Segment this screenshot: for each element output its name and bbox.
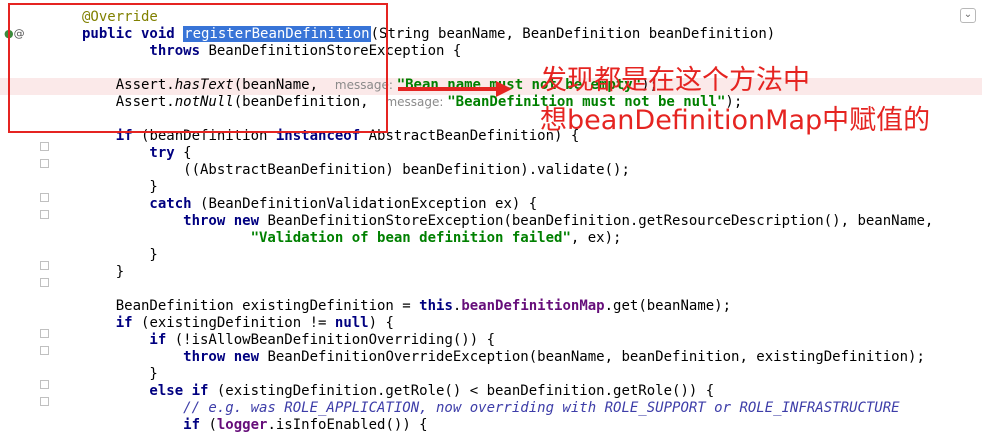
code-token: "Validation of bean definition failed" (250, 230, 571, 246)
fold-marker-icon[interactable] (40, 261, 49, 270)
code-token: logger (216, 417, 268, 433)
code-token: catch (82, 196, 201, 212)
code-line[interactable]: if (!isAllowBeanDefinitionOverriding()) … (82, 332, 495, 349)
code-token: (existingDefinition.getRole() < beanDefi… (216, 383, 715, 399)
code-token: else if (82, 383, 217, 399)
code-line[interactable]: catch (BeanDefinitionValidationException… (82, 196, 537, 213)
code-token: try (82, 145, 184, 161)
code-token: { (183, 145, 192, 161)
code-token: // e.g. was ROLE_APPLICATION, now overri… (82, 400, 900, 416)
code-token: (String beanName, BeanDefinition beanDef… (370, 26, 776, 42)
code-token: BeanDefinition existingDefinition = (82, 298, 420, 314)
code-token: if (82, 332, 175, 348)
code-line[interactable]: if (existingDefinition != null) { (82, 315, 394, 332)
annotation-arrow (398, 87, 498, 91)
code-token: this (419, 298, 453, 314)
code-token: ( (208, 417, 217, 433)
code-line[interactable]: } (82, 264, 124, 281)
code-line[interactable]: else if (existingDefinition.getRole() < … (82, 383, 714, 400)
code-line[interactable]: if (logger.isInfoEnabled()) { (82, 417, 428, 434)
code-line[interactable]: ((AbstractBeanDefinition) beanDefinition… (82, 162, 630, 179)
fold-marker-icon[interactable] (40, 346, 49, 355)
annotation-arrow-head (496, 81, 512, 97)
code-token: , ex); (570, 230, 622, 246)
fold-marker-icon[interactable] (40, 397, 49, 406)
code-token: BeanDefinitionOverrideException(beanName… (267, 349, 925, 365)
code-token: .isInfoEnabled()) { (267, 417, 428, 433)
fold-marker-icon[interactable] (40, 210, 49, 219)
code-token: ((AbstractBeanDefinition) beanDefinition… (82, 162, 630, 178)
annotation-text-line2: 想beanDefinitionMap中赋值的 (540, 105, 931, 136)
fold-marker-icon[interactable] (40, 329, 49, 338)
annotation-text-line1: 发现都是在这个方法中 (540, 65, 810, 96)
code-line[interactable]: "Validation of bean definition failed", … (82, 230, 622, 247)
code-token: } (82, 179, 158, 195)
fold-marker-icon[interactable] (40, 278, 49, 287)
code-line[interactable]: // e.g. was ROLE_APPLICATION, now overri… (82, 400, 900, 417)
code-token: ) { (368, 315, 394, 331)
code-token: (!isAllowBeanDefinitionOverriding()) { (174, 332, 496, 348)
code-line[interactable]: } (82, 247, 158, 264)
code-token: } (82, 366, 158, 382)
fold-marker-icon[interactable] (40, 142, 49, 151)
fold-marker-icon[interactable] (40, 159, 49, 168)
code-line[interactable]: BeanDefinition existingDefinition = this… (82, 298, 731, 315)
code-token: throw new (82, 213, 268, 229)
fold-marker-icon[interactable] (40, 193, 49, 202)
code-line[interactable]: throw new BeanDefinitionStoreException(b… (82, 213, 933, 230)
fold-marker-icon[interactable] (40, 380, 49, 389)
code-token: } (82, 247, 158, 263)
code-line[interactable]: } (82, 179, 158, 196)
code-token: message: (385, 95, 448, 109)
code-line[interactable]: } (82, 366, 158, 383)
code-line[interactable]: try { (82, 145, 192, 162)
code-token: if (82, 417, 209, 433)
code-token: (BeanDefinitionValidationException ex) { (200, 196, 538, 212)
highlight-box (8, 3, 388, 133)
code-token: .get(beanName); (604, 298, 732, 314)
code-token: if (82, 315, 142, 331)
code-token: } (82, 264, 125, 280)
chevron-down-icon[interactable]: ⌄ (960, 8, 976, 23)
code-token: throw new (82, 349, 268, 365)
code-token: (existingDefinition != (141, 315, 335, 331)
code-token: beanDefinitionMap (461, 298, 605, 314)
code-token: BeanDefinitionStoreException(beanDefinit… (267, 213, 934, 229)
code-line[interactable]: throw new BeanDefinitionOverrideExceptio… (82, 349, 925, 366)
code-token: null (334, 315, 369, 331)
